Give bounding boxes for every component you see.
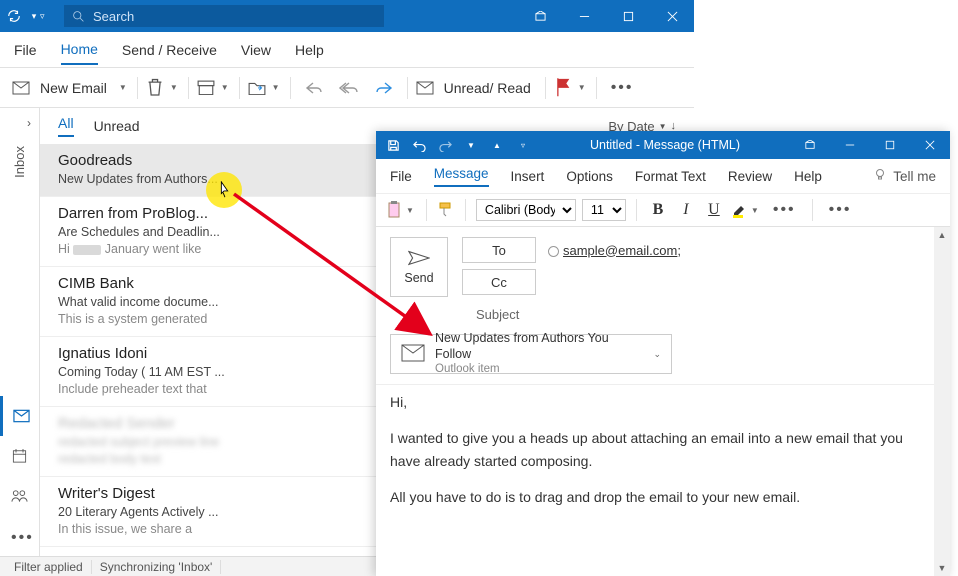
- attachment-subtitle: Outlook item: [435, 362, 643, 376]
- tab-send-receive[interactable]: Send / Receive: [122, 36, 217, 64]
- compose-window: ▼ ▲ ▿ Untitled - Message (HTML) File Mes…: [376, 131, 950, 576]
- flag-icon[interactable]: [554, 81, 572, 95]
- compose-body[interactable]: Hi, I wanted to give you a heads up abou…: [376, 384, 950, 576]
- compose-tab-file[interactable]: File: [390, 169, 412, 184]
- undo-icon[interactable]: [406, 131, 432, 159]
- compose-tab-options[interactable]: Options: [566, 169, 613, 184]
- outlook-tabs: File Home Send / Receive View Help: [0, 32, 694, 68]
- compose-header: Send To sample@email.com; Cc: [376, 227, 950, 301]
- save-icon[interactable]: [380, 131, 406, 159]
- status-sync: Synchronizing 'Inbox': [92, 560, 222, 574]
- outlook-titlebar: ▾ ▿ Search: [0, 0, 694, 32]
- mail-icon: [12, 81, 30, 95]
- search-icon: [72, 10, 85, 23]
- navigation-rail: › Inbox •••: [0, 108, 40, 556]
- compose-tab-format[interactable]: Format Text: [635, 169, 706, 184]
- archive-icon[interactable]: [197, 81, 215, 95]
- attachment-chip[interactable]: New Updates from Authors You Follow Outl…: [390, 334, 672, 374]
- compose-close-button[interactable]: [910, 131, 950, 159]
- compose-tabs: File Message Insert Options Format Text …: [376, 159, 950, 193]
- font-size-select[interactable]: 11: [582, 199, 626, 221]
- to-button[interactable]: To: [462, 237, 536, 263]
- tell-me-search[interactable]: Tell me: [873, 168, 936, 185]
- reply-all-icon[interactable]: [333, 78, 365, 98]
- new-email-dropdown[interactable]: ▼: [117, 83, 129, 92]
- nav-more-icon[interactable]: •••: [0, 516, 39, 556]
- sync-icon[interactable]: [0, 9, 28, 23]
- nav-mail-icon[interactable]: [0, 396, 39, 436]
- cc-button[interactable]: Cc: [462, 269, 536, 295]
- compose-collapse-ribbon[interactable]: [790, 131, 830, 159]
- compose-tab-help[interactable]: Help: [794, 169, 822, 184]
- compose-titlebar: ▼ ▲ ▿ Untitled - Message (HTML): [376, 131, 950, 159]
- send-icon: [408, 250, 430, 266]
- ribbon-more-icon[interactable]: •••: [605, 79, 640, 97]
- qat-customize[interactable]: ▿: [40, 11, 58, 22]
- nav-calendar-icon[interactable]: [0, 436, 39, 476]
- ribbon-overflow-icon[interactable]: •••: [823, 201, 858, 219]
- compose-minimize-button[interactable]: [830, 131, 870, 159]
- new-email-button[interactable]: New Email: [34, 77, 113, 99]
- qat-dropdown[interactable]: ▾: [28, 11, 40, 22]
- paste-icon[interactable]: ▼: [386, 200, 416, 220]
- compose-tab-review[interactable]: Review: [728, 169, 772, 184]
- unread-read-button[interactable]: Unread/ Read: [438, 77, 537, 99]
- close-button[interactable]: [650, 0, 694, 32]
- subject-row[interactable]: Subject: [376, 301, 950, 332]
- delete-icon[interactable]: [146, 81, 164, 95]
- attachment-title: New Updates from Authors You Follow: [435, 331, 643, 362]
- compose-tab-message[interactable]: Message: [434, 166, 489, 187]
- qat-up-icon[interactable]: ▲: [484, 131, 510, 159]
- search-placeholder: Search: [93, 9, 134, 24]
- inbox-folder-label[interactable]: Inbox: [12, 146, 27, 178]
- underline-button[interactable]: U: [703, 201, 725, 219]
- bold-button[interactable]: B: [647, 201, 669, 219]
- send-button[interactable]: Send: [390, 237, 448, 297]
- compose-title: Untitled - Message (HTML): [540, 138, 790, 152]
- compose-tab-insert[interactable]: Insert: [511, 169, 545, 184]
- filter-unread[interactable]: Unread: [94, 118, 140, 134]
- move-icon[interactable]: [248, 81, 266, 95]
- attachment-mail-icon: [401, 344, 425, 365]
- body-paragraph: Hi,: [390, 391, 936, 413]
- compose-scrollbar[interactable]: ▲▼: [934, 227, 950, 576]
- body-paragraph: All you have to do is to drag and drop t…: [390, 486, 936, 508]
- font-family-select[interactable]: Calibri (Body): [476, 199, 576, 221]
- attachment-dropdown-icon[interactable]: ⌄: [653, 349, 661, 360]
- italic-button[interactable]: I: [675, 201, 697, 219]
- cursor-highlight: [206, 172, 242, 208]
- status-filter: Filter applied: [6, 560, 92, 574]
- body-paragraph: I wanted to give you a heads up about at…: [390, 427, 936, 472]
- ribbon-display-options[interactable]: [518, 0, 562, 32]
- highlight-button[interactable]: ▼: [731, 201, 761, 219]
- subject-label: Subject: [476, 307, 519, 322]
- qat-dd-icon[interactable]: ▿: [510, 131, 536, 159]
- to-address[interactable]: sample@email.com;: [548, 243, 681, 258]
- minimize-button[interactable]: [562, 0, 606, 32]
- qat-down-icon[interactable]: ▼: [458, 131, 484, 159]
- expand-folders-icon[interactable]: ›: [19, 114, 39, 132]
- font-more-icon[interactable]: •••: [767, 201, 802, 219]
- format-painter-icon[interactable]: [437, 201, 455, 220]
- reply-icon[interactable]: [299, 78, 329, 98]
- tab-view[interactable]: View: [241, 36, 271, 64]
- compose-ribbon: ▼ Calibri (Body) 11 B I U ▼ ••• •••: [376, 193, 950, 227]
- compose-maximize-button[interactable]: [870, 131, 910, 159]
- forward-icon[interactable]: [369, 78, 399, 98]
- redo-icon[interactable]: [432, 131, 458, 159]
- tab-file[interactable]: File: [14, 36, 37, 64]
- envelope-icon: [416, 81, 434, 95]
- maximize-button[interactable]: [606, 0, 650, 32]
- search-box[interactable]: Search: [64, 5, 384, 27]
- nav-people-icon[interactable]: [0, 476, 39, 516]
- outlook-ribbon: New Email ▼ ▼ ▼ ▼ Unread/ Read ▼ •••: [0, 68, 694, 108]
- bulb-icon: [873, 168, 887, 185]
- tab-help[interactable]: Help: [295, 36, 324, 64]
- tab-home[interactable]: Home: [61, 35, 98, 65]
- filter-all[interactable]: All: [58, 115, 74, 137]
